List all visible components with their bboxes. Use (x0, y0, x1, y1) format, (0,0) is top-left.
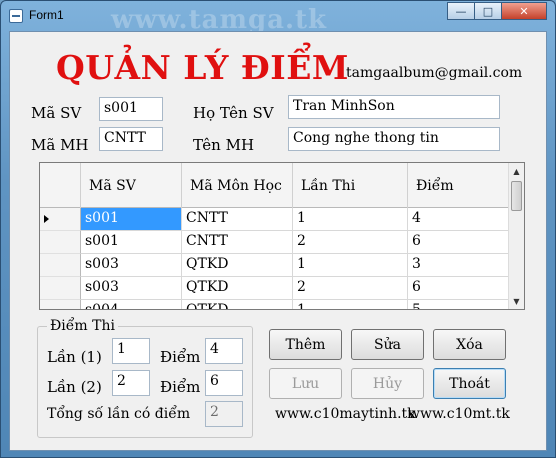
email-label: tamgaalbum@gmail.com (346, 65, 523, 81)
row-header[interactable] (40, 254, 81, 277)
current-row-arrow-icon (44, 215, 49, 223)
table-row[interactable]: s001 CNTT 1 4 (81, 208, 510, 231)
cell-ma-sv[interactable]: s001 (81, 208, 182, 231)
cell-lan-thi[interactable]: 1 (293, 208, 408, 231)
row-header[interactable] (40, 231, 81, 254)
column-header-diem[interactable]: Điểm (408, 163, 510, 208)
diem-thi-legend: Điểm Thi (47, 318, 118, 334)
row-header[interactable] (40, 300, 81, 309)
ma-sv-label: Mã SV (31, 104, 82, 122)
cell-diem[interactable]: 3 (408, 254, 510, 277)
cell-diem[interactable]: 4 (408, 208, 510, 231)
lan2-input[interactable]: 2 (112, 370, 150, 396)
lan2-label: Lần (2) (47, 378, 102, 396)
scroll-up-icon[interactable]: ▲ (509, 163, 524, 179)
ten-mh-label: Tên MH (193, 136, 255, 154)
cell-lan-thi[interactable]: 1 (293, 300, 408, 309)
footer-link-2: www.c10mt.tk (408, 406, 510, 422)
form-client-area: QUẢN LÝ ĐIỂM tamgaalbum@gmail.com Mã SV … (9, 31, 547, 451)
cell-ma-sv[interactable]: s003 (81, 254, 182, 277)
grid-header: Mã SV Mã Môn Học Lần Thi Điểm (40, 163, 510, 208)
ho-ten-label: Họ Tên SV (193, 104, 274, 122)
cell-ma-mon[interactable]: QTKD (182, 277, 293, 300)
tong-so-lan-input: 2 (205, 401, 243, 427)
app-icon (9, 9, 23, 23)
table-row[interactable]: s003 QTKD 1 3 (81, 254, 510, 277)
table-row[interactable]: s003 QTKD 2 6 (81, 277, 510, 300)
column-header-ma-sv[interactable]: Mã SV (81, 163, 182, 208)
grid-corner (40, 163, 81, 208)
scroll-down-icon[interactable]: ▼ (509, 293, 524, 309)
cell-diem[interactable]: 5 (408, 300, 510, 309)
title-bar[interactable]: Form1 www.tamga.tk — □ ✕ (1, 1, 555, 35)
ten-mh-input[interactable]: Cong nghe thong tin (288, 127, 500, 151)
sua-button[interactable]: Sửa (351, 329, 424, 360)
ma-mh-label: Mã MH (31, 136, 89, 154)
cell-ma-sv[interactable]: s004 (81, 300, 182, 309)
ho-ten-input[interactable]: Tran MinhSon (288, 95, 500, 119)
row-header[interactable] (40, 277, 81, 300)
cell-diem[interactable]: 6 (408, 231, 510, 254)
ma-sv-input[interactable]: s001 (99, 97, 163, 121)
app-window: Form1 www.tamga.tk — □ ✕ QUẢN LÝ ĐIỂM ta… (0, 0, 556, 458)
table-row[interactable]: s004 QTKD 1 5 (81, 300, 510, 309)
lan1-label: Lần (1) (47, 348, 102, 366)
luu-button[interactable]: Lưu (269, 368, 342, 399)
scores-grid[interactable]: Mã SV Mã Môn Học Lần Thi Điểm s001 CNTT … (39, 162, 525, 310)
window-title: Form1 (29, 8, 64, 22)
column-header-lan-thi[interactable]: Lần Thi (293, 163, 408, 208)
xoa-button[interactable]: Xóa (433, 329, 506, 360)
table-row[interactable]: s001 CNTT 2 6 (81, 231, 510, 254)
diem1-input[interactable]: 4 (205, 338, 243, 364)
huy-button[interactable]: Hủy (351, 368, 424, 399)
them-button[interactable]: Thêm (269, 329, 342, 360)
window-controls: — □ ✕ (447, 2, 547, 20)
column-header-ma-mon-hoc[interactable]: Mã Môn Học (182, 163, 293, 208)
maximize-button[interactable]: □ (474, 2, 502, 20)
lan1-input[interactable]: 1 (112, 338, 150, 364)
cell-lan-thi[interactable]: 2 (293, 231, 408, 254)
cell-ma-mon[interactable]: QTKD (182, 254, 293, 277)
tong-so-lan-label: Tổng số lần có điểm (47, 406, 191, 422)
cell-ma-mon[interactable]: CNTT (182, 208, 293, 231)
close-button[interactable]: ✕ (501, 2, 547, 20)
cell-ma-sv[interactable]: s003 (81, 277, 182, 300)
thoat-button[interactable]: Thoát (433, 368, 506, 399)
minimize-button[interactable]: — (447, 2, 475, 20)
page-title: QUẢN LÝ ĐIỂM (56, 48, 349, 87)
grid-vertical-scrollbar[interactable]: ▲ ▼ (508, 163, 524, 309)
diem2-input[interactable]: 6 (205, 370, 243, 396)
cell-diem[interactable]: 6 (408, 277, 510, 300)
ma-mh-input[interactable]: CNTT (99, 127, 163, 151)
cell-lan-thi[interactable]: 2 (293, 277, 408, 300)
diem2-label: Điểm (160, 378, 201, 396)
cell-ma-mon[interactable]: QTKD (182, 300, 293, 309)
scroll-thumb[interactable] (511, 181, 522, 211)
footer-link-1: www.c10maytinh.tk (275, 406, 416, 422)
cell-lan-thi[interactable]: 1 (293, 254, 408, 277)
diem1-label: Điểm (160, 348, 201, 366)
row-header[interactable] (40, 208, 81, 231)
cell-ma-mon[interactable]: CNTT (182, 231, 293, 254)
cell-ma-sv[interactable]: s001 (81, 231, 182, 254)
